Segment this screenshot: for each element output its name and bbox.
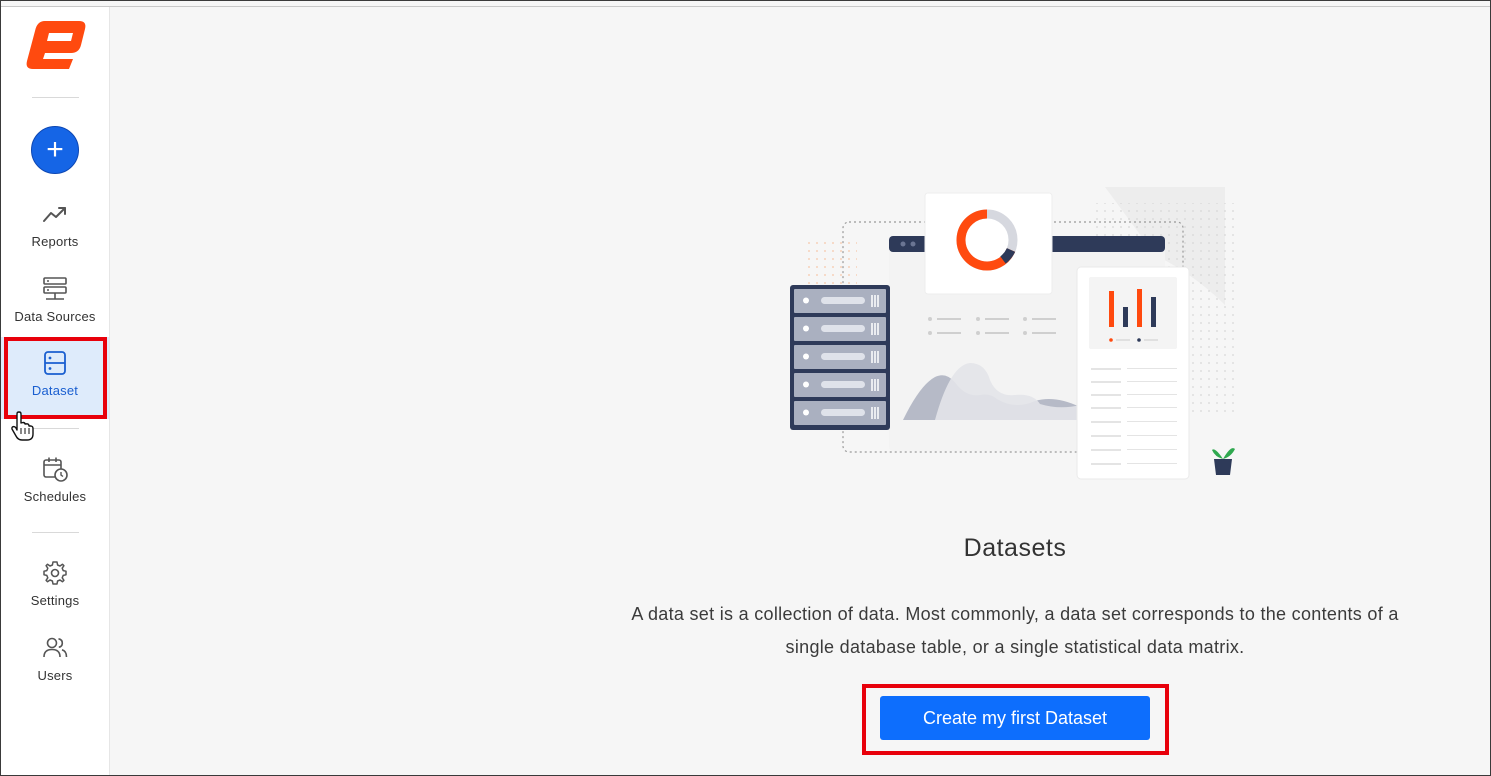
plus-icon: + [46, 133, 64, 166]
server-stack-icon [43, 277, 67, 300]
sidebar-item-users[interactable]: Users [1, 634, 109, 683]
calendar-clock-icon [43, 457, 68, 482]
sidebar-item-label: Schedules [23, 489, 87, 504]
trending-up-icon [43, 207, 66, 222]
description-line: A data set is a collection of data. Most… [631, 604, 1399, 624]
sidebar-item-schedules[interactable]: Schedules [1, 455, 109, 504]
sidebar-item-label: Reports [31, 234, 79, 249]
description-line: single database table, or a single stati… [785, 637, 1245, 657]
sidebar-item-label: Data Sources [14, 309, 96, 324]
sidebar-divider [32, 97, 79, 98]
gear-icon [43, 561, 67, 585]
dataset-icon [44, 351, 66, 375]
sidebar-item-reports[interactable]: Reports [1, 200, 109, 249]
sidebar-item-label: Settings [30, 593, 80, 608]
sidebar-item-label: Users [37, 668, 73, 683]
page-description: A data set is a collection of data. Most… [575, 598, 1455, 664]
app-logo[interactable] [23, 19, 87, 71]
top-border [1, 6, 1490, 7]
sidebar-item-data-sources[interactable]: Data Sources [1, 275, 109, 324]
sidebar-item-dataset[interactable]: Dataset [1, 337, 109, 419]
sidebar-item-settings[interactable]: Settings [1, 559, 109, 608]
sidebar-divider [32, 428, 79, 429]
datasets-illustration [790, 187, 1240, 480]
users-icon [43, 637, 68, 658]
sidebar-divider [32, 532, 79, 533]
sidebar: + Reports Data Sources Dataset Schedules… [1, 7, 110, 775]
hand-cursor-icon [11, 411, 34, 441]
add-button[interactable]: + [31, 126, 79, 174]
page-title: Datasets [963, 534, 1067, 562]
sidebar-item-label: Dataset [31, 383, 79, 398]
create-dataset-button[interactable]: Create my first Dataset [880, 696, 1150, 740]
